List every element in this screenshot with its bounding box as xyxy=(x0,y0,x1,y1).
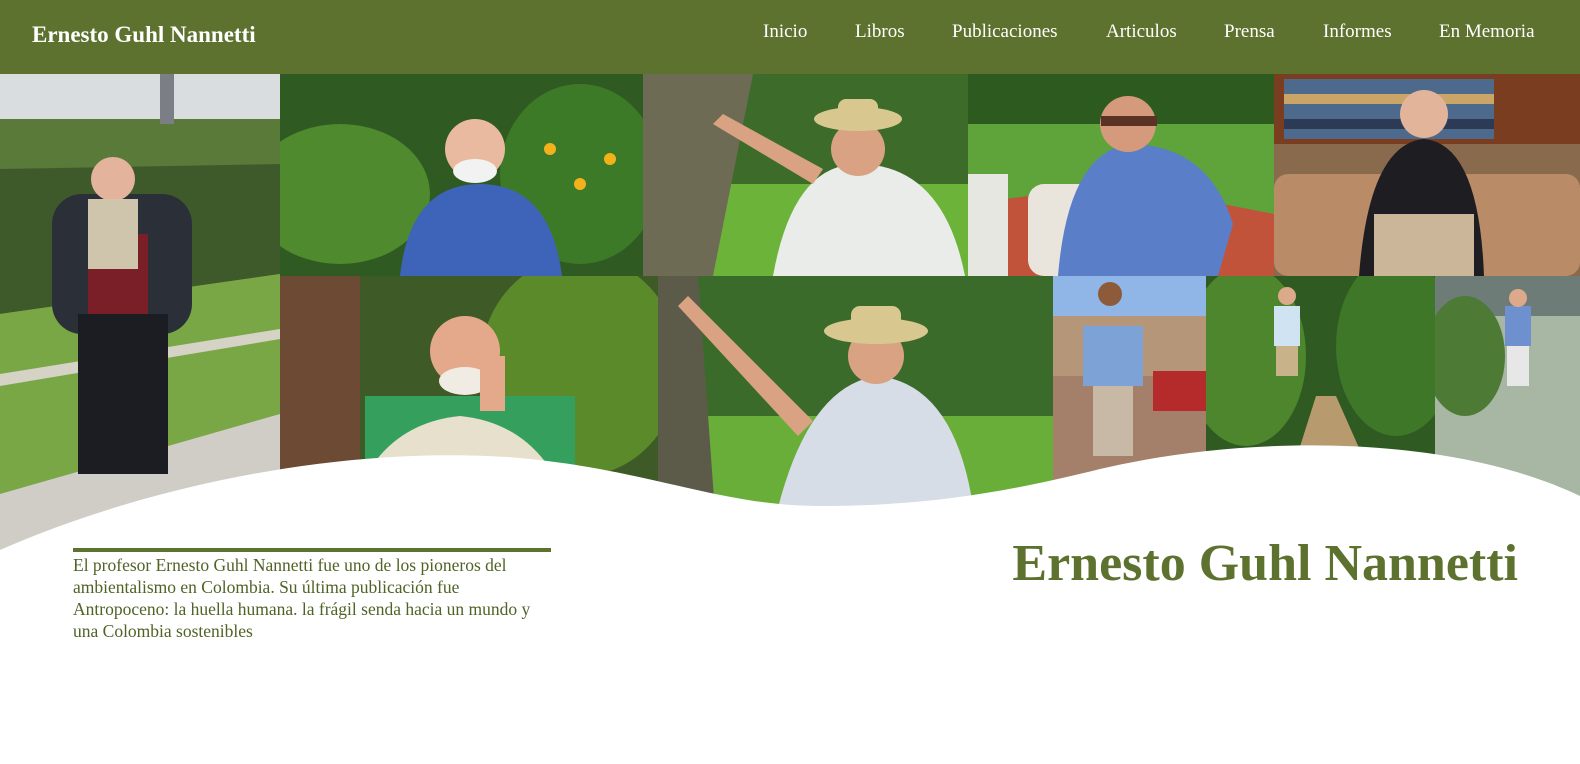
nav-informes[interactable]: Informes xyxy=(1323,21,1392,43)
nav-inicio[interactable]: Inicio xyxy=(763,21,807,43)
hero-photo-plants xyxy=(280,74,643,276)
nav-articulos[interactable]: Articulos xyxy=(1106,21,1177,43)
nav-publicaciones[interactable]: Publicaciones xyxy=(952,21,1058,43)
hero-photo-library xyxy=(1274,74,1580,276)
nav-en-memoria[interactable]: En Memoria xyxy=(1439,21,1535,43)
hero-photo-collage xyxy=(0,74,1580,554)
site-header: Ernesto Guhl Nannetti Inicio Libros Publ… xyxy=(0,0,1580,74)
nav-libros[interactable]: Libros xyxy=(855,21,905,43)
hero-photo-tree xyxy=(643,74,968,276)
intro-paragraph: El profesor Ernesto Guhl Nannetti fue un… xyxy=(73,548,551,642)
nav-prensa[interactable]: Prensa xyxy=(1224,21,1275,43)
main-nav: Inicio Libros Publicaciones Articulos Pr… xyxy=(0,21,1580,45)
page-headline: Ernesto Guhl Nannetti xyxy=(1012,535,1518,592)
hero-photo-terrace xyxy=(968,74,1274,276)
